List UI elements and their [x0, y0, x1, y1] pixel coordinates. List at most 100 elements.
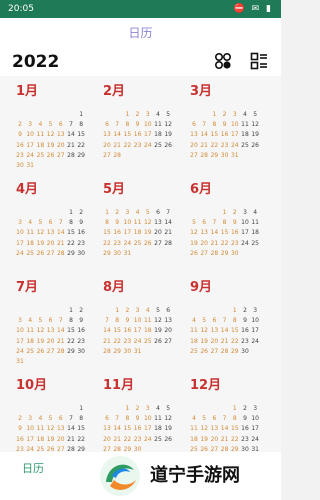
day-cell[interactable]: 24	[249, 337, 261, 347]
day-cell[interactable]: 27	[162, 337, 174, 347]
day-cell[interactable]: 21	[162, 228, 174, 238]
month-days-grid: 1 2 3 4 5 6 7 8 9 10 11 12 13 14 15 16 17 18 19 20 21 22 23 24 2…	[14, 306, 100, 370]
day-cell[interactable]: 31	[14, 357, 26, 367]
day-cell[interactable]: 25	[249, 239, 261, 249]
day-cell[interactable]: 12	[162, 414, 174, 424]
month-days-grid: 1 2 3 4 5 6 7 8 9 10 11 12 13 14 15 16 17 18 19 20 21 22 23 24 2…	[101, 306, 187, 370]
day-cell[interactable]: 26	[162, 141, 174, 151]
day-cell[interactable]: 17	[249, 424, 261, 434]
month-8: 8月 1 2 3 4 5 6 7 8 9 10 11 12 13 14 15 16 17 18 19 20 21 22 23 2…	[101, 276, 187, 370]
day-cell[interactable]: 30	[229, 249, 241, 259]
day-cell[interactable]: 3	[249, 306, 261, 316]
day-cell[interactable]: 2	[75, 208, 87, 218]
day-cell[interactable]: 18	[249, 228, 261, 238]
status-icons: ⛔ ✉ ▮	[233, 4, 273, 14]
watermark-logo-icon	[100, 456, 140, 496]
day-cell[interactable]: 5	[162, 404, 174, 414]
day-cell[interactable]: 10	[249, 316, 261, 326]
day-cell[interactable]: 16	[75, 326, 87, 336]
day-cell[interactable]: 15	[75, 424, 87, 434]
month-days-grid: 1 2 3 4 5 6 7 8 9 10 11 12 13 14 15 16 17 18 19 20 21 22 23 24 2…	[188, 110, 274, 174]
month-days-grid: 1 2 3 4 5 6 7 8 9 10 11 12 13 14 15 16 17 18 19 20 21 22 23 24 2…	[101, 110, 187, 174]
day-cell[interactable]: 5	[249, 110, 261, 120]
app-bar: 日历	[0, 18, 281, 46]
day-cell[interactable]: 31	[24, 161, 36, 171]
nav-calendar-tab[interactable]: 日历	[22, 460, 44, 476]
month-title: 8月	[103, 280, 126, 295]
day-cell[interactable]: 30	[75, 347, 87, 357]
watermark-text: 道宁手游网	[150, 465, 240, 486]
day-cell[interactable]: 10	[249, 414, 261, 424]
month-3: 3月 1 2 3 4 5 6 7 8 9 10 11 12 13 14 15 16 17 18 19 20 21 22 23 2…	[188, 80, 274, 174]
app-title: 日历	[128, 26, 153, 40]
day-cell[interactable]: 6	[162, 306, 174, 316]
day-cell[interactable]: 31	[121, 249, 133, 259]
month-view-icon[interactable]	[214, 52, 232, 70]
day-cell[interactable]: 13	[162, 316, 174, 326]
day-cell[interactable]: 22	[75, 435, 87, 445]
day-cell[interactable]: 2	[75, 306, 87, 316]
month-title: 3月	[190, 84, 213, 99]
day-cell[interactable]: 19	[162, 130, 174, 140]
month-title: 1月	[16, 84, 39, 99]
day-cell[interactable]: 30	[239, 347, 251, 357]
month-title: 7月	[16, 280, 39, 295]
month-title: 2月	[103, 84, 126, 99]
month-title: 12月	[190, 378, 222, 393]
month-title: 11月	[103, 378, 135, 393]
day-cell[interactable]: 7	[162, 208, 174, 218]
month-6: 6月 1 2 3 4 5 6 7 8 9 10 11 12 13 14 15 16 17 18 19 20 21 22 23 2…	[188, 178, 274, 272]
status-time: 20:05	[8, 4, 34, 14]
day-cell[interactable]: 31	[229, 151, 241, 161]
month-7: 7月 1 2 3 4 5 6 7 8 9 10 11 12 13 14 15 16 17 18 19 20 21 22 23 2…	[14, 276, 100, 370]
month-title: 6月	[190, 182, 213, 197]
day-cell[interactable]: 28	[162, 239, 174, 249]
day-cell[interactable]: 19	[249, 130, 261, 140]
year-header: 2022	[0, 46, 281, 76]
day-cell[interactable]: 12	[162, 120, 174, 130]
status-bar: 20:05 ⛔ ✉ ▮	[0, 0, 281, 18]
month-days-grid: 1 2 3 4 5 6 7 8 9 10 11 12 13 14 15 16 17 18 19 20 21 22 23 24 2…	[14, 208, 100, 272]
day-cell[interactable]: 14	[162, 218, 174, 228]
day-cell[interactable]: 22	[75, 141, 87, 151]
day-cell[interactable]: 23	[75, 239, 87, 249]
day-cell[interactable]: 24	[249, 435, 261, 445]
day-cell[interactable]: 26	[249, 141, 261, 151]
day-cell[interactable]: 30	[75, 249, 87, 259]
day-cell[interactable]: 28	[111, 151, 123, 161]
day-cell[interactable]: 19	[162, 424, 174, 434]
month-title: 9月	[190, 280, 213, 295]
day-cell[interactable]: 20	[162, 326, 174, 336]
day-cell[interactable]: 5	[162, 110, 174, 120]
year-calendar-grid: 1月 1 2 3 4 5 6 7 8 9 10 11 12 13 14 15 16 17 18 19 20 21 22 23 2…	[0, 76, 281, 463]
year-label: 2022	[12, 52, 60, 72]
day-cell[interactable]: 29	[75, 151, 87, 161]
day-cell[interactable]: 9	[75, 218, 87, 228]
day-cell[interactable]: 26	[162, 435, 174, 445]
day-cell[interactable]: 17	[249, 326, 261, 336]
month-5: 5月 1 2 3 4 5 6 7 8 9 10 11 12 13 14 15 16 17 18 19 20 21 22 23 2…	[101, 178, 187, 272]
day-cell[interactable]: 8	[75, 120, 87, 130]
day-cell[interactable]: 23	[75, 337, 87, 347]
day-cell[interactable]: 31	[132, 347, 144, 357]
day-cell[interactable]: 15	[75, 130, 87, 140]
month-2: 2月 1 2 3 4 5 6 7 8 9 10 11 12 13 14 15 16 17 18 19 20 21 22 23 2…	[101, 80, 187, 174]
day-cell[interactable]: 1	[75, 404, 87, 414]
month-days-grid: 1 2 3 4 5 6 7 8 9 10 11 12 13 14 15 16 17 18 19 20 21 22 23 24 2…	[188, 208, 274, 272]
month-days-grid: 1 2 3 4 5 6 7 8 9 10 11 12 13 14 15 16 17 18 19 20 21 22 23 24 2…	[101, 208, 187, 272]
day-cell[interactable]: 11	[249, 218, 261, 228]
day-cell[interactable]: 1	[75, 110, 87, 120]
list-view-icon[interactable]	[250, 52, 268, 70]
month-days-grid: 1 2 3 4 5 6 7 8 9 10 11 12 13 14 15 16 17 18 19 20 21 22 23 24 2…	[188, 306, 274, 370]
month-9: 9月 1 2 3 4 5 6 7 8 9 10 11 12 13 14 15 16 17 18 19 20 21 22 23 2…	[188, 276, 274, 370]
month-title: 5月	[103, 182, 126, 197]
day-cell[interactable]: 16	[75, 228, 87, 238]
day-cell[interactable]: 12	[249, 120, 261, 130]
month-4: 4月 1 2 3 4 5 6 7 8 9 10 11 12 13 14 15 16 17 18 19 20 21 22 23 2…	[14, 178, 100, 272]
day-cell[interactable]: 8	[75, 414, 87, 424]
day-cell[interactable]: 3	[249, 404, 261, 414]
day-cell[interactable]: 4	[249, 208, 261, 218]
month-title: 4月	[16, 182, 39, 197]
day-cell[interactable]: 9	[75, 316, 87, 326]
month-title: 10月	[16, 378, 48, 393]
